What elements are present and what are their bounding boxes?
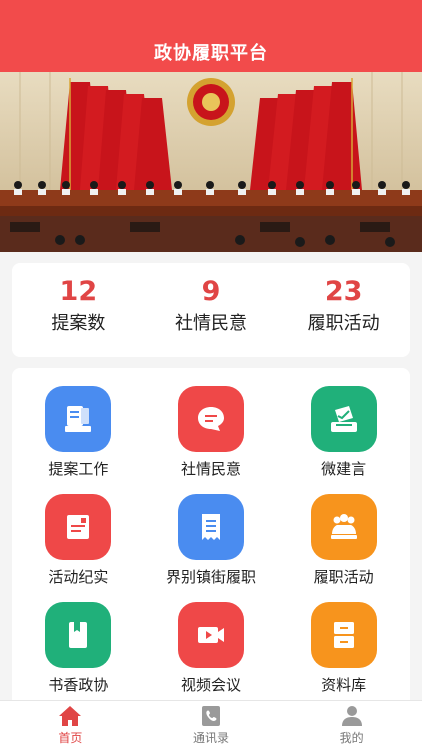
menu-label: 资料库 <box>321 676 367 694</box>
menu-label: 活动纪实 <box>48 568 109 586</box>
stat-activities[interactable]: 23 履职活动 <box>277 263 410 357</box>
receipt-icon <box>177 494 244 560</box>
home-icon <box>59 706 82 726</box>
stat-value: 12 <box>59 276 98 307</box>
book-icon <box>45 602 112 668</box>
stat-value: 23 <box>324 276 363 307</box>
menu-label: 履职活动 <box>313 568 374 586</box>
menu-item-public-opinion[interactable]: 社情民意 <box>145 386 278 480</box>
tab-label: 我的 <box>339 731 364 745</box>
stat-public-opinion[interactable]: 9 社情民意 <box>145 263 278 357</box>
assembly-hall-illustration <box>0 72 422 252</box>
user-icon <box>341 706 362 726</box>
menu-item-duty-activities[interactable]: 履职活动 <box>277 494 410 588</box>
tab-label: 首页 <box>58 731 83 745</box>
cabinet-icon <box>310 602 377 668</box>
stat-label: 提案数 <box>51 313 106 334</box>
page-title: 政协履职平台 <box>154 43 268 64</box>
menu-label: 界别镇街履职 <box>165 568 256 586</box>
tab-home[interactable]: 首页 <box>0 701 141 750</box>
menu-item-video-meeting[interactable]: 视频会议 <box>145 602 278 696</box>
ballot-icon <box>310 386 377 452</box>
menu-item-proposal[interactable]: 提案工作 <box>12 386 145 480</box>
menu-item-activity-record[interactable]: 活动纪实 <box>12 494 145 588</box>
record-icon <box>45 494 112 560</box>
menu-label: 书香政协 <box>48 676 109 694</box>
video-icon <box>177 602 244 668</box>
menu-item-sector-duties[interactable]: 界别镇街履职 <box>145 494 278 588</box>
menu-label: 视频会议 <box>180 676 241 694</box>
stats-card: 12 提案数 9 社情民意 23 履职活动 <box>12 263 410 357</box>
tab-label: 通讯录 <box>193 731 230 745</box>
proposal-icon <box>45 386 112 452</box>
stat-label: 履职活动 <box>307 313 380 334</box>
app-header: 政协履职平台 <box>0 0 422 72</box>
function-menu: 提案工作 社情民意 微建言 活动纪实 界别镇街履职 履职活动 书香政协 视频会议… <box>12 368 410 708</box>
stat-label: 社情民意 <box>175 313 247 334</box>
menu-item-archive[interactable]: 资料库 <box>277 602 410 696</box>
people-icon <box>310 494 377 560</box>
menu-label: 提案工作 <box>48 460 109 478</box>
tab-mine[interactable]: 我的 <box>281 701 422 750</box>
menu-label: 微建言 <box>321 460 367 478</box>
menu-label: 社情民意 <box>180 460 241 478</box>
stat-proposals[interactable]: 12 提案数 <box>12 263 145 357</box>
stat-value: 9 <box>201 276 221 307</box>
banner-image <box>0 72 422 252</box>
menu-item-reading[interactable]: 书香政协 <box>12 602 145 696</box>
tab-contacts[interactable]: 通讯录 <box>141 701 282 750</box>
phone-book-icon <box>202 706 220 726</box>
chat-bubble-icon <box>177 386 244 452</box>
bottom-tab-bar: 首页 通讯录 我的 <box>0 700 422 750</box>
menu-item-suggestions[interactable]: 微建言 <box>277 386 410 480</box>
